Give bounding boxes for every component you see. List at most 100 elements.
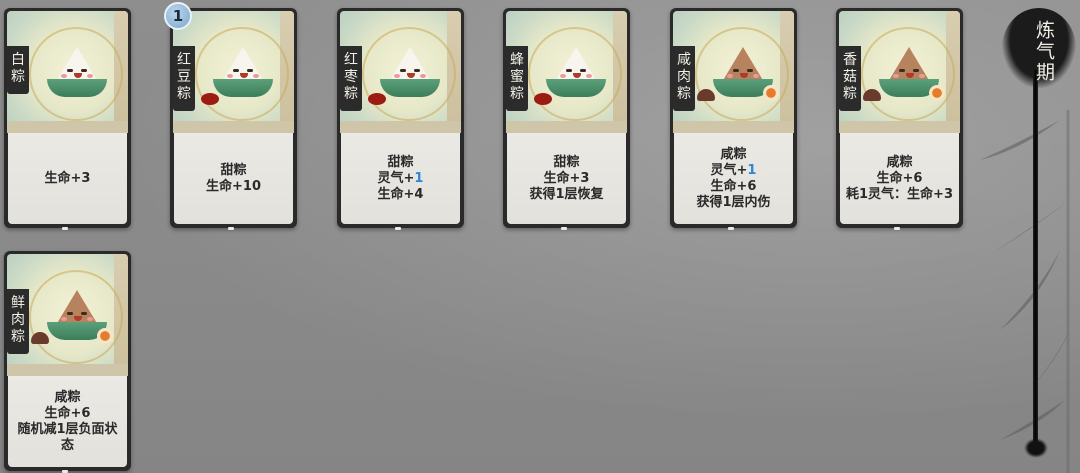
cheek xyxy=(727,74,733,78)
card-hongdou[interactable]: 红豆粽甜粽 生命+10 1 xyxy=(164,2,297,230)
zongzi-mascot-icon xyxy=(534,41,616,111)
mushroom-icon xyxy=(863,89,881,101)
card-description: 咸粽 生命+6 耗1灵气：生命+3 xyxy=(840,133,959,224)
leaf-wrap xyxy=(380,79,440,97)
card-description: 咸粽 生命+6 随机减1层负面状态 xyxy=(8,376,127,467)
effect-value: 1 xyxy=(747,162,757,178)
effect-line: 生命+6 xyxy=(710,178,757,194)
effect-line: 咸粽 xyxy=(720,146,747,162)
egg-yolk-icon xyxy=(97,328,113,344)
eye xyxy=(733,69,739,72)
card-pip xyxy=(395,227,401,230)
effect-prefix: 灵气+ xyxy=(377,170,415,186)
eye xyxy=(414,69,420,72)
ink-drop xyxy=(1024,438,1048,458)
eye xyxy=(913,69,919,72)
cheek xyxy=(87,74,93,78)
card-name: 鲜肉粽 xyxy=(7,289,29,354)
mushroom-icon xyxy=(697,89,715,101)
art-floor xyxy=(839,121,960,133)
count-badge: 1 xyxy=(164,2,192,30)
effect-line: 灵气+1 xyxy=(378,171,424,187)
eye xyxy=(400,69,406,72)
card-name: 咸肉粽 xyxy=(673,46,695,111)
red-bean-icon xyxy=(201,93,219,105)
card-name: 香菇粽 xyxy=(839,46,861,111)
card-fengmi[interactable]: 蜂蜜粽甜粽 生命+3 获得1层恢复 xyxy=(503,8,630,230)
effect-line: 获得1层内伤 xyxy=(696,194,771,210)
card-pip xyxy=(561,227,567,230)
art-floor xyxy=(173,121,294,133)
eye xyxy=(81,69,87,72)
card-pip xyxy=(228,227,234,230)
effect-line: 生命+6 xyxy=(876,170,923,186)
realm-progress-rod xyxy=(1033,70,1038,450)
cheek xyxy=(919,74,925,78)
cheek xyxy=(61,317,67,321)
effect-line: 生命+6 xyxy=(44,405,91,421)
eye xyxy=(899,69,905,72)
card-xianrou[interactable]: 咸肉粽咸粽 灵气+1 生命+6 获得1层内伤 xyxy=(670,8,797,230)
eye xyxy=(247,69,253,72)
card-description: 咸粽 灵气+1 生命+6 获得1层内伤 xyxy=(674,133,793,224)
art-floor xyxy=(7,121,128,133)
cheek xyxy=(61,74,67,78)
card-pip xyxy=(728,227,734,230)
art-floor xyxy=(7,364,128,376)
mushroom-icon xyxy=(31,332,49,344)
card-bai[interactable]: 白粽生命+3 xyxy=(4,8,131,230)
eye xyxy=(67,312,73,315)
art-floor xyxy=(340,121,461,133)
zongzi-mascot-icon xyxy=(37,41,117,111)
cheek xyxy=(893,74,899,78)
eye xyxy=(566,69,572,72)
card-description: 甜粽 生命+10 xyxy=(174,133,293,224)
red-bean-icon xyxy=(534,93,552,105)
effect-line: 获得1层恢复 xyxy=(529,186,604,202)
cheek xyxy=(420,74,426,78)
effect-line: 生命+3 xyxy=(543,170,590,186)
egg-yolk-icon xyxy=(929,85,945,101)
effect-line: 甜粽 xyxy=(553,154,580,170)
cheek xyxy=(753,74,759,78)
cheek xyxy=(253,74,259,78)
zongzi-mascot-icon xyxy=(697,41,783,111)
red-bean-icon xyxy=(368,93,386,105)
realm-indicator: 炼气期 xyxy=(1000,0,1080,473)
egg-yolk-icon xyxy=(763,85,779,101)
card-hongzao[interactable]: 红枣粽甜粽 灵气+1 生命+4 xyxy=(337,8,464,230)
effect-line: 咸粽 xyxy=(886,154,913,170)
zongzi-mascot-icon xyxy=(368,41,450,111)
cheek xyxy=(394,74,400,78)
effect-line: 耗1灵气：生命+3 xyxy=(846,186,953,202)
card-name: 白粽 xyxy=(7,46,29,94)
leaf-wrap xyxy=(213,79,273,97)
zongzi-mascot-icon xyxy=(201,41,283,111)
card-pip xyxy=(894,227,900,230)
art-floor xyxy=(673,121,794,133)
card-xianrou2[interactable]: 鲜肉粽咸粽 生命+6 随机减1层负面状态 xyxy=(4,251,131,473)
eye xyxy=(747,69,753,72)
cheek xyxy=(560,74,566,78)
card-name: 红豆粽 xyxy=(173,46,195,111)
eye xyxy=(233,69,239,72)
eye xyxy=(580,69,586,72)
effect-line: 随机减1层负面状态 xyxy=(17,421,118,453)
eye xyxy=(81,312,87,315)
effect-line: 咸粽 xyxy=(54,389,81,405)
card-description: 甜粽 生命+3 获得1层恢复 xyxy=(507,133,626,224)
card-xianggu[interactable]: 香菇粽咸粽 生命+6 耗1灵气：生命+3 xyxy=(836,8,963,230)
leaf-wrap xyxy=(546,79,606,97)
effect-prefix: 灵气+ xyxy=(710,162,748,178)
art-floor xyxy=(506,121,627,133)
cheek xyxy=(227,74,233,78)
cheek xyxy=(586,74,592,78)
effect-value: 1 xyxy=(414,170,424,186)
effect-line: 甜粽 xyxy=(387,154,414,170)
card-description: 甜粽 灵气+1 生命+4 xyxy=(341,133,460,224)
card-pip xyxy=(62,227,68,230)
effect-line: 生命+3 xyxy=(44,170,91,186)
cheek xyxy=(87,317,93,321)
effect-line: 甜粽 xyxy=(220,162,247,178)
realm-label: 炼气期 xyxy=(1033,20,1055,83)
